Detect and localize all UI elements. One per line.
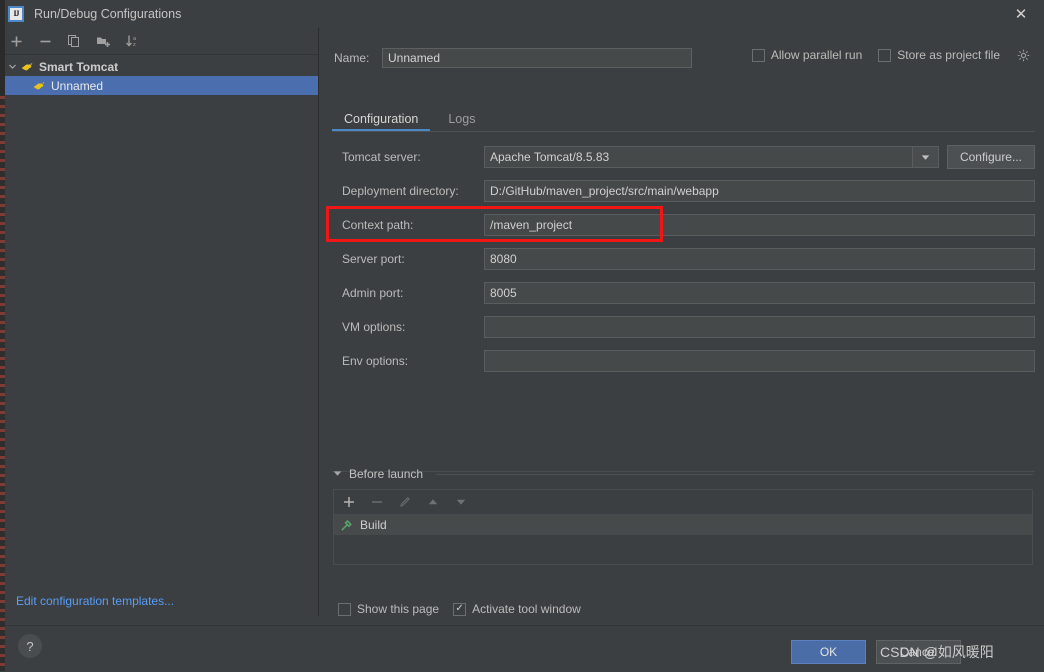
bottom-options: Show this page ✓ Activate tool window (338, 602, 581, 616)
env-options-input[interactable] (484, 350, 1035, 372)
vm-options-input[interactable] (484, 316, 1035, 338)
ok-button[interactable]: OK (791, 640, 866, 664)
allow-parallel-run-checkbox[interactable]: Allow parallel run (751, 48, 863, 62)
context-path-label: Context path: (342, 218, 414, 232)
window-title: Run/Debug Configurations (34, 7, 182, 21)
row-tomcat-server: Tomcat server: Apache Tomcat/8.5.83 Conf… (332, 140, 1035, 174)
chevron-down-icon[interactable] (333, 470, 342, 479)
remove-configuration-icon[interactable] (37, 33, 53, 49)
add-configuration-icon[interactable] (8, 33, 24, 49)
tab-configuration[interactable]: Configuration (332, 109, 431, 132)
tomcat-server-input[interactable]: Apache Tomcat/8.5.83 (484, 146, 913, 168)
tomcat-server-label: Tomcat server: (342, 150, 421, 164)
tomcat-icon (32, 79, 46, 93)
before-launch-header[interactable]: Before launch (333, 465, 1033, 483)
row-context-path: Context path: /maven_project (332, 208, 1035, 242)
activate-tool-window-label: Activate tool window (472, 602, 581, 616)
store-as-project-file-label: Store as project file (897, 48, 1000, 62)
run-debug-configurations-dialog: IJ Run/Debug Configurations ✕ a z Smart … (0, 0, 1044, 672)
before-launch-title: Before launch (349, 467, 424, 481)
tree-item-unnamed[interactable]: Unnamed (0, 76, 318, 95)
window-edge-artifact-top (0, 0, 5, 95)
close-icon[interactable]: ✕ (998, 0, 1044, 27)
row-env-options: Env options: (332, 344, 1035, 378)
configurations-sidebar: a z Smart Tomcat Unnamed Edit configurat… (0, 28, 319, 616)
move-task-up-icon[interactable] (426, 495, 440, 509)
checkbox-box (338, 602, 351, 616)
row-admin-port: Admin port: 8005 (332, 276, 1035, 310)
title-bar: IJ Run/Debug Configurations ✕ (0, 0, 1044, 29)
tab-logs[interactable]: Logs (436, 109, 487, 132)
edit-configuration-templates-link[interactable]: Edit configuration templates... (16, 594, 174, 608)
move-task-down-icon[interactable] (454, 495, 468, 509)
checkbox-box (751, 48, 765, 62)
env-options-label: Env options: (342, 354, 409, 368)
hammer-icon (340, 519, 354, 532)
header-checkboxes: Allow parallel run Store as project file (751, 48, 1030, 62)
edit-task-icon[interactable] (398, 495, 412, 509)
server-port-label: Server port: (342, 252, 405, 266)
save-configuration-folder-icon[interactable] (95, 33, 111, 49)
before-launch-task-list: Build (333, 489, 1033, 565)
configuration-tree: Smart Tomcat Unnamed (0, 55, 318, 95)
chevron-down-icon[interactable] (6, 61, 18, 73)
add-task-icon[interactable] (342, 495, 356, 509)
checkbox-box (878, 48, 892, 62)
activate-tool-window-checkbox[interactable]: ✓ Activate tool window (453, 602, 581, 616)
vm-options-label: VM options: (342, 320, 406, 334)
intellij-logo-icon: IJ (8, 6, 24, 22)
store-as-project-file-checkbox[interactable]: Store as project file (878, 48, 1000, 62)
name-input[interactable]: Unnamed (382, 48, 692, 68)
deployment-directory-input[interactable]: D:/GitHub/maven_project/src/main/webapp (484, 180, 1035, 202)
tomcat-icon (20, 60, 34, 74)
show-this-page-checkbox[interactable]: Show this page (338, 602, 439, 616)
tree-group-label: Smart Tomcat (39, 59, 119, 74)
window-edge-artifact (0, 0, 5, 671)
configuration-form: Tomcat server: Apache Tomcat/8.5.83 Conf… (332, 140, 1035, 470)
admin-port-input[interactable]: 8005 (484, 282, 1035, 304)
allow-parallel-run-label: Allow parallel run (770, 48, 863, 62)
tree-group-smart-tomcat[interactable]: Smart Tomcat (0, 57, 318, 76)
tree-item-label: Unnamed (51, 78, 104, 93)
help-icon[interactable]: ? (18, 634, 42, 658)
configure-button[interactable]: Configure... (946, 145, 1035, 169)
tomcat-server-dropdown-icon[interactable] (912, 146, 939, 168)
server-port-input[interactable]: 8080 (484, 248, 1035, 270)
context-path-input[interactable]: /maven_project (484, 214, 1035, 236)
row-deployment-directory: Deployment directory: D:/GitHub/maven_pr… (332, 174, 1035, 208)
row-server-port: Server port: 8080 (332, 242, 1035, 276)
before-launch-item-label: Build (360, 518, 387, 532)
sidebar-toolbar: a z (0, 28, 318, 55)
before-launch-toolbar (334, 490, 1032, 515)
copy-configuration-icon[interactable] (66, 33, 82, 49)
sort-alphabetically-icon[interactable]: a z (124, 33, 140, 49)
remove-task-icon[interactable] (370, 495, 384, 509)
deployment-directory-label: Deployment directory: (342, 184, 459, 198)
row-vm-options: VM options: (332, 310, 1035, 344)
checkbox-box-checked: ✓ (453, 602, 467, 616)
cancel-button[interactable]: Cancel (876, 640, 961, 664)
before-launch-section: Before launch Build (333, 465, 1033, 565)
admin-port-label: Admin port: (342, 286, 404, 300)
svg-text:z: z (133, 42, 136, 48)
show-this-page-label: Show this page (357, 602, 440, 616)
before-launch-item-build[interactable]: Build (334, 515, 1032, 535)
name-label: Name: (334, 51, 370, 65)
detail-tabs: Configuration Logs (332, 106, 1032, 132)
before-launch-divider (436, 473, 1033, 475)
tab-separator (332, 131, 1035, 132)
gear-icon[interactable] (1016, 48, 1030, 62)
